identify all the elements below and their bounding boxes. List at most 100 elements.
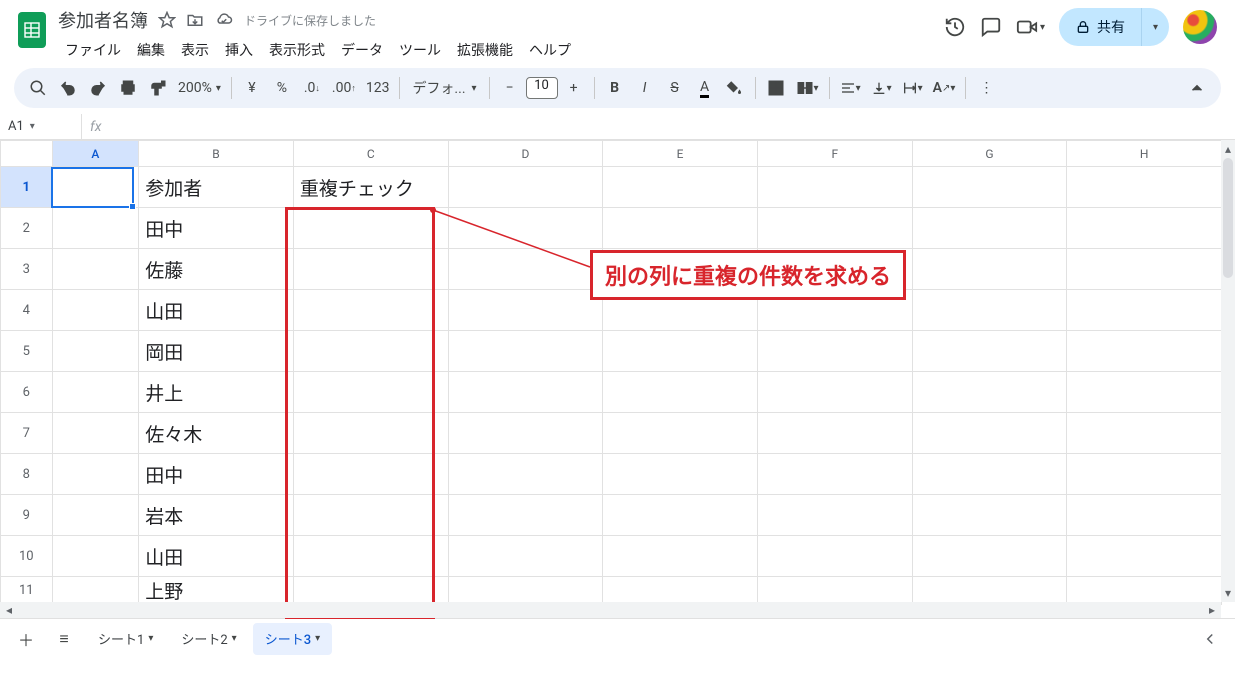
row-header-3[interactable]: 3	[1, 249, 53, 290]
cell-G3[interactable]	[912, 249, 1067, 290]
cell-E7[interactable]	[603, 413, 758, 454]
cell-E8[interactable]	[603, 454, 758, 495]
cell-B6[interactable]: 井上	[139, 372, 294, 413]
column-header-H[interactable]: H	[1067, 141, 1222, 167]
wrap-button[interactable]: ▾	[898, 74, 927, 102]
column-header-A[interactable]: A	[52, 141, 139, 167]
column-header-F[interactable]: F	[757, 141, 912, 167]
currency-button[interactable]: ¥	[238, 74, 266, 102]
cell-D5[interactable]	[448, 331, 603, 372]
sheet-tab-シート1[interactable]: シート1▾	[86, 623, 165, 655]
redo-button[interactable]	[84, 74, 112, 102]
select-all-corner[interactable]	[1, 141, 53, 167]
account-avatar[interactable]	[1183, 10, 1217, 44]
row-header-5[interactable]: 5	[1, 331, 53, 372]
cell-D7[interactable]	[448, 413, 603, 454]
cell-E6[interactable]	[603, 372, 758, 413]
cell-F9[interactable]	[757, 495, 912, 536]
doc-title[interactable]: 参加者名簿	[58, 7, 148, 33]
cell-F7[interactable]	[757, 413, 912, 454]
menu-挿入[interactable]: 挿入	[218, 36, 260, 64]
menu-ツール[interactable]: ツール	[392, 36, 448, 64]
cell-D11[interactable]	[448, 577, 603, 605]
menu-ファイル[interactable]: ファイル	[58, 36, 128, 64]
search-menus-button[interactable]	[24, 74, 52, 102]
all-sheets-button[interactable]: ≡	[48, 623, 80, 655]
cell-B7[interactable]: 佐々木	[139, 413, 294, 454]
cell-G7[interactable]	[912, 413, 1067, 454]
vertical-scrollbar[interactable]: ▴ ▾	[1221, 140, 1235, 602]
cell-D8[interactable]	[448, 454, 603, 495]
cell-G1[interactable]	[912, 167, 1067, 208]
cell-D9[interactable]	[448, 495, 603, 536]
star-icon[interactable]	[158, 11, 176, 29]
row-header-11[interactable]: 11	[1, 577, 53, 605]
bold-button[interactable]: B	[601, 74, 629, 102]
collapse-toolbar-button[interactable]	[1183, 74, 1211, 102]
cell-C9[interactable]	[293, 495, 448, 536]
cell-A9[interactable]	[52, 495, 139, 536]
decrease-decimal-button[interactable]: .0↓	[298, 74, 326, 102]
zoom-select[interactable]: 200%▾	[174, 80, 225, 96]
cell-H7[interactable]	[1067, 413, 1222, 454]
cell-D6[interactable]	[448, 372, 603, 413]
cloud-icon[interactable]	[214, 11, 234, 29]
cell-B8[interactable]: 田中	[139, 454, 294, 495]
rotate-button[interactable]: A↗▾	[929, 74, 960, 102]
cell-B10[interactable]: 山田	[139, 536, 294, 577]
cell-F3[interactable]	[757, 249, 912, 290]
row-header-4[interactable]: 4	[1, 290, 53, 331]
cell-A2[interactable]	[52, 208, 139, 249]
cell-F5[interactable]	[757, 331, 912, 372]
cell-G9[interactable]	[912, 495, 1067, 536]
text-color-button[interactable]: A	[691, 74, 719, 102]
cell-C3[interactable]	[293, 249, 448, 290]
cell-F6[interactable]	[757, 372, 912, 413]
scroll-up-icon[interactable]: ▴	[1225, 142, 1231, 156]
font-select[interactable]: デフォ...▾	[406, 78, 482, 98]
scroll-left-icon[interactable]: ◂	[2, 603, 16, 617]
cell-B5[interactable]: 岡田	[139, 331, 294, 372]
cell-F4[interactable]	[757, 290, 912, 331]
cell-F2[interactable]	[757, 208, 912, 249]
scroll-down-icon[interactable]: ▾	[1225, 586, 1231, 600]
cell-C7[interactable]	[293, 413, 448, 454]
menu-編集[interactable]: 編集	[130, 36, 172, 64]
menu-表示[interactable]: 表示	[174, 36, 216, 64]
borders-button[interactable]	[762, 74, 790, 102]
cell-A4[interactable]	[52, 290, 139, 331]
meet-icon[interactable]: ▾	[1016, 16, 1045, 38]
cell-E11[interactable]	[603, 577, 758, 605]
move-icon[interactable]	[186, 11, 204, 29]
sheets-logo[interactable]	[14, 8, 50, 54]
cell-F10[interactable]	[757, 536, 912, 577]
menu-データ[interactable]: データ	[334, 36, 390, 64]
cell-B1[interactable]: 参加者	[139, 167, 294, 208]
cell-F8[interactable]	[757, 454, 912, 495]
row-header-8[interactable]: 8	[1, 454, 53, 495]
column-header-G[interactable]: G	[912, 141, 1067, 167]
cell-H4[interactable]	[1067, 290, 1222, 331]
cell-B4[interactable]: 山田	[139, 290, 294, 331]
cell-H10[interactable]	[1067, 536, 1222, 577]
cell-C2[interactable]	[293, 208, 448, 249]
cell-A3[interactable]	[52, 249, 139, 290]
name-box[interactable]: A1 ▾	[0, 114, 82, 139]
valign-button[interactable]: ▾	[867, 74, 896, 102]
increase-decimal-button[interactable]: .00↑	[328, 74, 360, 102]
cell-G6[interactable]	[912, 372, 1067, 413]
menu-表示形式[interactable]: 表示形式	[262, 36, 332, 64]
cell-A5[interactable]	[52, 331, 139, 372]
cell-E5[interactable]	[603, 331, 758, 372]
column-header-B[interactable]: B	[139, 141, 294, 167]
cell-D1[interactable]	[448, 167, 603, 208]
merge-button[interactable]: ▾	[792, 74, 823, 102]
explore-button[interactable]	[1195, 624, 1225, 654]
cell-D3[interactable]	[448, 249, 603, 290]
cell-A7[interactable]	[52, 413, 139, 454]
font-size-input[interactable]: 10	[526, 77, 558, 99]
strike-button[interactable]: S	[661, 74, 689, 102]
cell-H2[interactable]	[1067, 208, 1222, 249]
fill-color-button[interactable]	[721, 74, 749, 102]
row-header-2[interactable]: 2	[1, 208, 53, 249]
